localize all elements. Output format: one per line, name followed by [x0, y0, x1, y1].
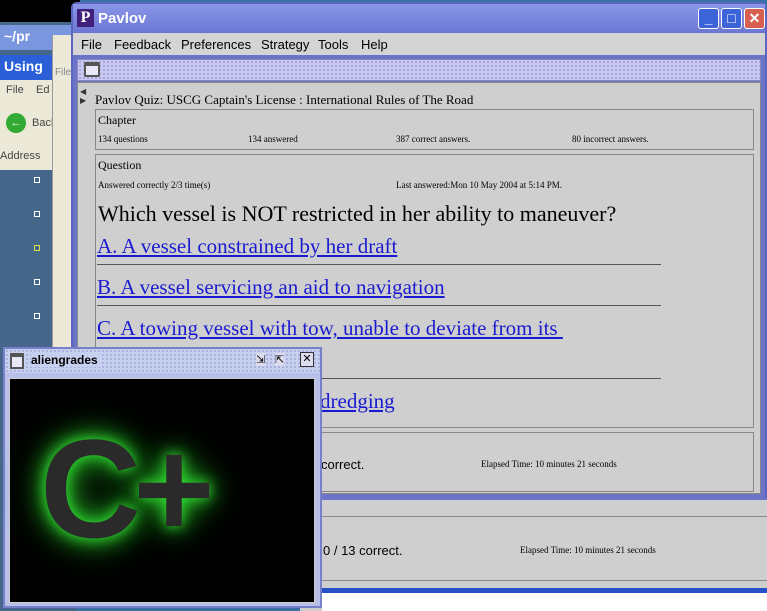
- ie-window: File Ed ← Back Address: [0, 80, 60, 170]
- divider: [97, 305, 661, 306]
- aliengrades-window: aliengrades ⇲ ⇱ ✕ C+: [3, 347, 322, 608]
- question-text: Which vessel is NOT restricted in her ab…: [98, 201, 617, 226]
- question-count: 134 questions: [98, 134, 148, 144]
- grade-text: C+: [40, 410, 215, 567]
- menu-tools[interactable]: Tools: [318, 37, 348, 52]
- selection-handle[interactable]: [34, 211, 40, 217]
- back-arrow-icon[interactable]: ←: [6, 113, 26, 133]
- back-score: 0 / 13 correct.: [323, 543, 403, 558]
- frame-window-icon: [84, 62, 100, 77]
- quiz-title: Pavlov Quiz: USCG Captain's License : In…: [95, 92, 474, 107]
- chapter-panel: Chapter 134 questions 134 answered 387 c…: [95, 109, 754, 150]
- selection-handle[interactable]: [34, 177, 40, 183]
- grade-image: C+: [9, 378, 315, 603]
- answer-b-link[interactable]: B. A vessel servicing an aid to navigati…: [97, 275, 445, 300]
- selection-handle[interactable]: [34, 245, 40, 251]
- desktop-area: [322, 593, 767, 611]
- paint-menu-file[interactable]: File: [55, 67, 71, 78]
- maximize-button[interactable]: □: [721, 8, 742, 29]
- close-button[interactable]: ✕: [744, 8, 765, 29]
- elapsed-time: Elapsed Time: 10 minutes 21 seconds: [481, 459, 617, 469]
- selection-handle[interactable]: [34, 279, 40, 285]
- selection-handle[interactable]: [34, 313, 40, 319]
- last-answered: Last answered:Mon 10 May 2004 at 5:14 PM…: [396, 180, 562, 190]
- aliengrades-title: aliengrades: [31, 353, 101, 367]
- frame-window-icon: [10, 353, 24, 369]
- menu-file[interactable]: File: [81, 37, 102, 52]
- maximize-button[interactable]: ⇱: [275, 353, 285, 366]
- ie-menu-edit[interactable]: Ed: [36, 84, 49, 96]
- menu-feedback[interactable]: Feedback: [114, 37, 171, 52]
- internal-frame-header[interactable]: [77, 59, 761, 81]
- desktop-strip: [0, 0, 80, 22]
- answered-count: 134 answered: [248, 134, 298, 144]
- divider: [97, 264, 661, 265]
- aliengrades-titlebar[interactable]: aliengrades ⇲ ⇱ ✕: [5, 349, 320, 373]
- menu-bar: File Feedback Preferences Strategy Tools…: [73, 33, 765, 55]
- chapter-label: Chapter: [98, 113, 136, 127]
- pavlov-titlebar[interactable]: P Pavlov _ □ ✕: [73, 4, 765, 32]
- menu-preferences[interactable]: Preferences: [181, 37, 251, 52]
- answer-c-link[interactable]: C. A towing vessel with tow, unable to d…: [97, 316, 563, 341]
- back-elapsed-time: Elapsed Time: 10 minutes 21 seconds: [520, 545, 656, 555]
- ie-menu-file[interactable]: File: [6, 84, 24, 96]
- split-arrows-icon[interactable]: ◀ ▶: [80, 87, 86, 105]
- ie-title: Using: [4, 58, 43, 74]
- minimize-button[interactable]: _: [698, 8, 719, 29]
- ie-address-label: Address: [0, 150, 41, 162]
- close-button[interactable]: ✕: [300, 352, 314, 367]
- iconify-button[interactable]: ⇲: [256, 353, 266, 366]
- window-title: Pavlov: [98, 10, 147, 27]
- answer-a-link[interactable]: A. A vessel constrained by her draft: [97, 234, 397, 259]
- incorrect-count: 80 incorrect answers.: [572, 134, 649, 144]
- result-score: correct.: [321, 457, 365, 472]
- question-label: Question: [98, 158, 142, 172]
- menu-help[interactable]: Help: [361, 37, 388, 52]
- answered-correctly: Answered correctly 2/3 time(s): [98, 180, 211, 190]
- menu-strategy[interactable]: Strategy: [261, 37, 309, 52]
- answer-d-link[interactable]: dredging: [320, 389, 395, 414]
- pavlov-logo-icon: P: [77, 9, 94, 27]
- correct-count: 387 correct answers.: [396, 134, 471, 144]
- terminal-title: ~/pr: [4, 28, 31, 44]
